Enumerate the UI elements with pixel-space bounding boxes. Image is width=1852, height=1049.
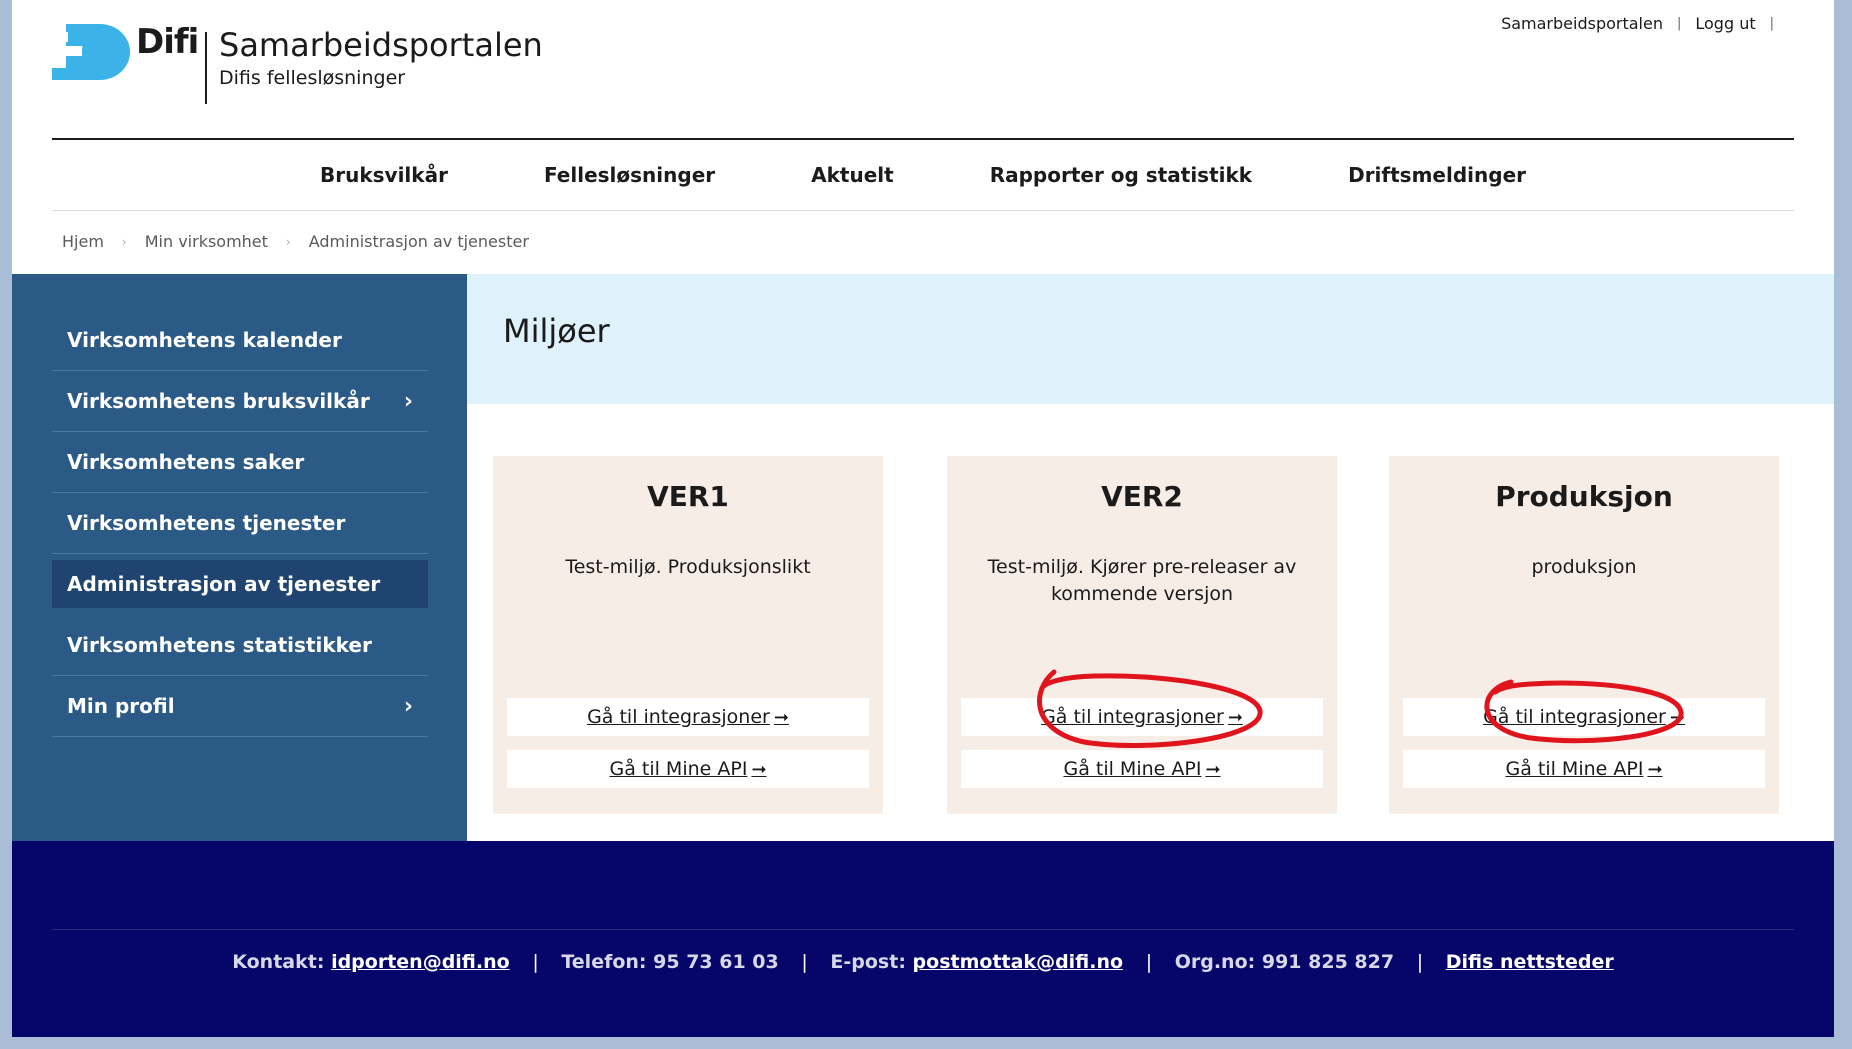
nav-aktuelt[interactable]: Aktuelt: [763, 163, 942, 187]
card-description: Test-miljø. Produksjonslikt: [565, 556, 811, 578]
topnav-samarbeidsportalen-link[interactable]: Samarbeidsportalen: [1501, 14, 1663, 33]
sidebar-item-kalender[interactable]: Virksomhetens kalender: [52, 310, 428, 371]
link-label: Gå til integrasjoner: [1483, 706, 1666, 728]
goto-integrations-link[interactable]: Gå til integrasjoner ➞: [1403, 698, 1765, 736]
footer-separator: |: [1416, 951, 1424, 973]
site-footer: Kontakt: idporten@difi.no | Telefon: 95 …: [12, 841, 1834, 1037]
nav-rapporter-og-statistikk[interactable]: Rapporter og statistikk: [942, 163, 1300, 187]
card-title: VER2: [1101, 480, 1183, 513]
breadcrumb-current: Administrasjon av tjenester: [308, 232, 529, 251]
sidebar-item-bruksvilkar[interactable]: Virksomhetens bruksvilkår ›: [52, 371, 428, 432]
footer-separator: |: [532, 951, 539, 973]
breadcrumb-hjem[interactable]: Hjem: [62, 232, 104, 251]
arrow-right-icon: ➞: [1669, 706, 1685, 728]
goto-mine-api-link[interactable]: Gå til Mine API ➞: [507, 750, 869, 788]
footer-contact-email-link[interactable]: idporten@difi.no: [331, 951, 510, 973]
environment-card-ver2: VER2 Test-miljø. Kjører pre-releaser av …: [947, 456, 1337, 814]
topnav-separator: |: [1769, 16, 1774, 31]
nav-bruksvilkar[interactable]: Bruksvilkår: [272, 163, 496, 187]
sidebar-item-administrasjon-active[interactable]: Administrasjon av tjenester: [52, 560, 428, 608]
sidebar-item-label: Virksomhetens kalender: [67, 328, 342, 352]
sidebar-item-statistikker[interactable]: Virksomhetens statistikker: [52, 615, 428, 676]
logout-link[interactable]: Logg ut: [1695, 14, 1755, 33]
goto-mine-api-link[interactable]: Gå til Mine API ➞: [961, 750, 1323, 788]
footer-difis-nettsteder-link[interactable]: Difis nettsteder: [1446, 951, 1614, 973]
logo-word: Difi: [136, 22, 199, 62]
arrow-right-icon: ➞: [1205, 758, 1221, 780]
breadcrumb-chevron-icon: ›: [121, 234, 127, 249]
arrow-right-icon: ➞: [1227, 706, 1243, 728]
sidebar-item-label: Min profil: [67, 694, 175, 718]
footer-separator: |: [801, 951, 808, 973]
chevron-right-icon[interactable]: ›: [404, 389, 413, 414]
top-utility-nav: Samarbeidsportalen | Logg ut |: [1501, 14, 1774, 33]
site-subtitle: Difis fellesløsninger: [219, 67, 406, 89]
goto-mine-api-link[interactable]: Gå til Mine API ➞: [1403, 750, 1765, 788]
nav-driftsmeldinger[interactable]: Driftsmeldinger: [1300, 163, 1574, 187]
environment-card-produksjon: Produksjon produksjon Gå til integrasjon…: [1389, 456, 1779, 814]
card-title: Produksjon: [1495, 480, 1673, 513]
sidebar-item-label: Virksomhetens tjenester: [67, 511, 346, 535]
site-title[interactable]: Samarbeidsportalen: [219, 26, 543, 64]
arrow-right-icon: ➞: [751, 758, 767, 780]
footer-orgno: Org.no: 991 825 827: [1174, 951, 1395, 973]
breadcrumb-min-virksomhet[interactable]: Min virksomhet: [145, 232, 268, 251]
sidebar-item-tjenester[interactable]: Virksomhetens tjenester: [52, 493, 428, 554]
sidebar-item-label: Virksomhetens saker: [67, 450, 305, 474]
sidebar-item-min-profil[interactable]: Min profil ›: [52, 676, 428, 737]
footer-email-link[interactable]: postmottak@difi.no: [913, 951, 1124, 973]
footer-contact-line: Kontakt: idporten@difi.no | Telefon: 95 …: [12, 951, 1834, 973]
main-navigation: Bruksvilkår Fellesløsninger Aktuelt Rapp…: [52, 140, 1794, 211]
topnav-separator: |: [1676, 16, 1682, 31]
link-label: Gå til integrasjoner: [587, 706, 770, 728]
footer-phone: Telefon: 95 73 61 03: [561, 951, 779, 973]
sidebar-item-label: Virksomhetens bruksvilkår: [67, 389, 370, 413]
link-label: Gå til Mine API: [1505, 758, 1644, 780]
link-label: Gå til Mine API: [609, 758, 748, 780]
sidebar-item-label: Administrasjon av tjenester: [67, 572, 381, 596]
environment-cards: VER1 Test-miljø. Produksjonslikt Gå til …: [493, 456, 1793, 816]
page-title: Miljøer: [503, 312, 610, 350]
goto-integrations-link[interactable]: Gå til integrasjoner ➞: [961, 698, 1323, 736]
sidebar-item-saker[interactable]: Virksomhetens saker: [52, 432, 428, 493]
link-label: Gå til integrasjoner: [1041, 706, 1224, 728]
logo-divider: [205, 32, 207, 104]
page: Difi Samarbeidsportalen Difis fellesløsn…: [12, 0, 1834, 1037]
chevron-right-icon[interactable]: ›: [404, 694, 413, 719]
breadcrumb: Hjem › Min virksomhet › Administrasjon a…: [62, 232, 529, 251]
site-header: Difi Samarbeidsportalen Difis fellesløsn…: [12, 0, 1834, 140]
arrow-right-icon: ➞: [1647, 758, 1663, 780]
breadcrumb-chevron-icon: ›: [285, 234, 291, 249]
page-hero: Miljøer: [467, 274, 1834, 404]
link-label: Gå til Mine API: [1063, 758, 1202, 780]
footer-divider: [52, 929, 1794, 930]
card-description: produksjon: [1531, 556, 1637, 578]
card-description: Test-miljø. Kjører pre-releaser av komme…: [987, 556, 1297, 605]
arrow-right-icon: ➞: [773, 706, 789, 728]
footer-contact-label: Kontakt:: [232, 951, 325, 973]
sidebar-item-label: Virksomhetens statistikker: [67, 633, 372, 657]
sidebar-menu: Virksomhetens kalender Virksomhetens bru…: [52, 310, 428, 737]
nav-felleslosninger[interactable]: Fellesløsninger: [496, 163, 763, 187]
sidebar: Virksomhetens kalender Virksomhetens bru…: [12, 274, 467, 841]
environment-card-ver1: VER1 Test-miljø. Produksjonslikt Gå til …: [493, 456, 883, 814]
card-title: VER1: [647, 480, 729, 513]
footer-separator: |: [1145, 951, 1153, 973]
goto-integrations-link[interactable]: Gå til integrasjoner ➞: [507, 698, 869, 736]
footer-email-label: E-post:: [830, 951, 906, 973]
difi-logo-icon[interactable]: [52, 24, 132, 80]
